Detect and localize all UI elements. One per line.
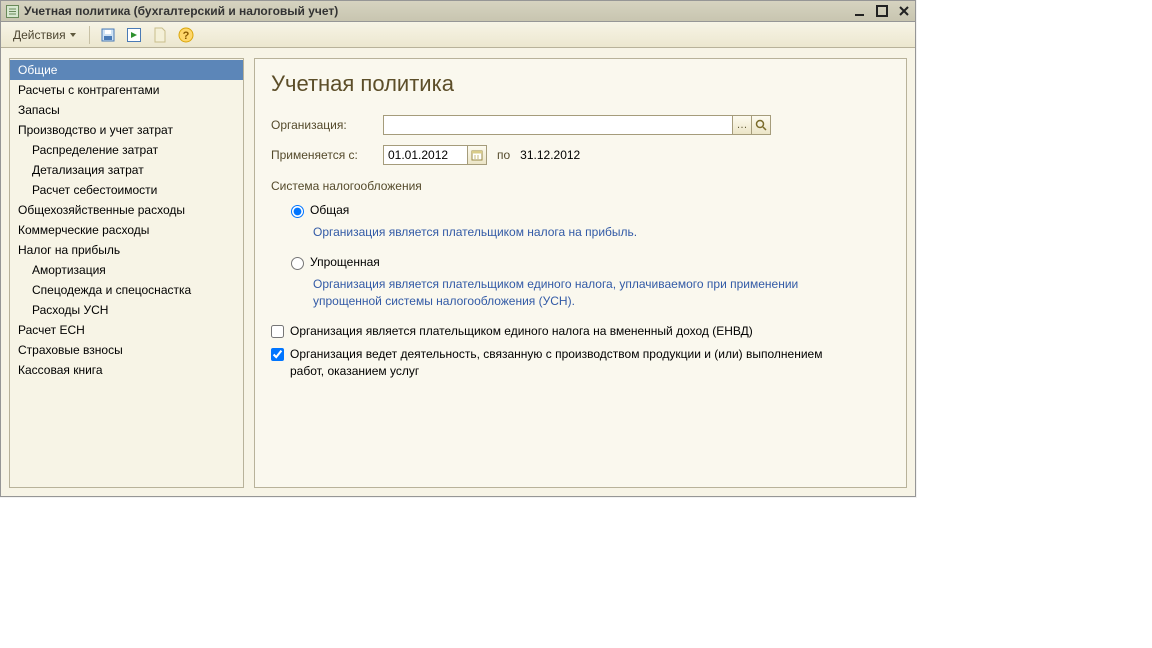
sidebar: Общие Расчеты с контрагентами Запасы Про…: [9, 58, 244, 488]
toolbar: Действия ?: [1, 22, 915, 48]
save-icon-button[interactable]: [97, 25, 119, 45]
check-envd-label: Организация является плательщиком единог…: [290, 323, 753, 340]
sidebar-item-cost-calc[interactable]: Расчет себестоимости: [10, 180, 243, 200]
window-frame: Учетная политика (бухгалтерский и налого…: [0, 0, 916, 497]
date-from-input[interactable]: [383, 145, 468, 165]
sidebar-item-cost-allocation[interactable]: Распределение затрат: [10, 140, 243, 160]
radio-simplified[interactable]: [291, 257, 304, 270]
sidebar-item-amortization[interactable]: Амортизация: [10, 260, 243, 280]
titlebar: Учетная политика (бухгалтерский и налого…: [1, 1, 915, 22]
radio-general-label: Общая: [310, 203, 349, 217]
org-label: Организация:: [271, 118, 383, 132]
minimize-button[interactable]: [853, 4, 867, 18]
radio-general-row: Общая: [291, 203, 890, 218]
toolbar-divider: [89, 26, 90, 44]
body-area: Общие Расчеты с контрагентами Запасы Про…: [1, 48, 915, 496]
actions-label: Действия: [13, 28, 66, 42]
sidebar-item-inventory[interactable]: Запасы: [10, 100, 243, 120]
search-icon: [755, 119, 767, 131]
tax-system-label: Система налогообложения: [271, 179, 890, 193]
radio-general[interactable]: [291, 205, 304, 218]
close-button[interactable]: [897, 4, 911, 18]
check-envd[interactable]: [271, 325, 284, 338]
check-production-row: Организация ведет деятельность, связанну…: [271, 346, 890, 380]
sidebar-item-insurance[interactable]: Страховые взносы: [10, 340, 243, 360]
sidebar-item-cashbook[interactable]: Кассовая книга: [10, 360, 243, 380]
window-icon: [5, 4, 19, 18]
sidebar-item-profit-tax[interactable]: Налог на прибыль: [10, 240, 243, 260]
calendar-icon: [471, 149, 483, 161]
page-title: Учетная политика: [271, 71, 890, 97]
help-icon-button[interactable]: ?: [175, 25, 197, 45]
calendar-button[interactable]: [467, 145, 487, 165]
sidebar-item-commercial[interactable]: Коммерческие расходы: [10, 220, 243, 240]
sidebar-item-general[interactable]: Общие: [10, 60, 243, 80]
svg-text:?: ?: [182, 30, 189, 42]
content-panel: Учетная политика Организация: … Применяе…: [254, 58, 907, 488]
hint-simplified: Организация является плательщиком единог…: [313, 276, 813, 310]
po-label: по: [497, 148, 510, 162]
sidebar-item-spec-clothing[interactable]: Спецодежда и спецоснастка: [10, 280, 243, 300]
date-row: Применяется с: по 31.12.2012: [271, 145, 890, 165]
applies-label: Применяется с:: [271, 148, 383, 162]
lookup-button[interactable]: [751, 115, 771, 135]
organization-input[interactable]: [383, 115, 733, 135]
radio-simplified-row: Упрощенная: [291, 255, 890, 270]
select-button[interactable]: …: [732, 115, 752, 135]
actions-menu-button[interactable]: Действия: [7, 25, 82, 45]
sidebar-item-overhead[interactable]: Общехозяйственные расходы: [10, 200, 243, 220]
check-production[interactable]: [271, 348, 284, 361]
sidebar-item-esn[interactable]: Расчет ЕСН: [10, 320, 243, 340]
maximize-button[interactable]: [875, 4, 889, 18]
window-title: Учетная политика (бухгалтерский и налого…: [24, 4, 853, 18]
ellipsis-icon: …: [737, 119, 748, 131]
hint-general: Организация является плательщиком налога…: [313, 224, 813, 241]
check-envd-row: Организация является плательщиком единог…: [271, 323, 890, 340]
radio-simplified-label: Упрощенная: [310, 255, 380, 269]
sidebar-item-counterparties[interactable]: Расчеты с контрагентами: [10, 80, 243, 100]
document-icon-button[interactable]: [149, 25, 171, 45]
sidebar-item-cost-detail[interactable]: Детализация затрат: [10, 160, 243, 180]
sidebar-item-production[interactable]: Производство и учет затрат: [10, 120, 243, 140]
org-row: Организация: …: [271, 115, 890, 135]
go-icon-button[interactable]: [123, 25, 145, 45]
date-to-value: 31.12.2012: [520, 148, 580, 162]
check-production-label: Организация ведет деятельность, связанну…: [290, 346, 850, 380]
chevron-down-icon: [70, 33, 76, 37]
sidebar-item-usn-costs[interactable]: Расходы УСН: [10, 300, 243, 320]
